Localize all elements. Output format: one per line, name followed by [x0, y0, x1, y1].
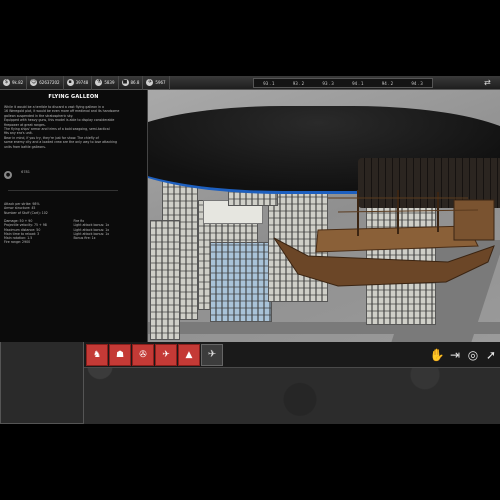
coin-icon: ●	[4, 171, 12, 180]
target-icon: ◎	[467, 348, 479, 362]
road	[148, 322, 500, 334]
unit-info-panel: FLYING GALLEON While it would be a terri…	[0, 90, 148, 342]
unit-title: FLYING GALLEON	[48, 94, 99, 100]
unit-soldiers-button[interactable]: ☗	[109, 344, 131, 366]
timeline-tick[interactable]: 93 . 1	[263, 81, 274, 86]
resource-item[interactable]: ☺ 62637202	[27, 75, 64, 90]
unit-defense-button[interactable]: ▲	[178, 344, 200, 366]
move-button[interactable]: ➚	[482, 344, 500, 366]
stats-header: ● 6781	[4, 160, 143, 199]
target-button[interactable]: ◎	[464, 344, 482, 366]
description-line: units from battle galleons.	[4, 144, 46, 149]
unit-aircraft-button[interactable]: ✈	[155, 344, 177, 366]
unit-combat-stats: Damage: 50 + 90 Projectile velocity: 75 +…	[4, 219, 143, 245]
divider	[8, 190, 118, 192]
building-glass[interactable]	[210, 242, 272, 322]
vehicle-icon: ▪	[66, 79, 74, 86]
research-icon: ⚗	[95, 79, 103, 86]
timeline-tick[interactable]: 94 . 1	[352, 81, 363, 86]
population-icon: ☺	[30, 79, 38, 86]
stop-hand-button[interactable]: ✋	[428, 344, 446, 366]
flying-galleon-ship[interactable]	[268, 190, 500, 300]
resource-value: 86.8	[130, 80, 140, 85]
exit-icon: ⇥	[449, 348, 461, 362]
money-icon: $	[3, 79, 10, 86]
resource-item[interactable]: ⚗ 5839	[92, 75, 119, 90]
combat-stats-right: Fire fix Light attack bonus: 1x Light atta…	[74, 219, 144, 245]
combat-stats-left: Damage: 50 + 90 Projectile velocity: 75 +…	[4, 219, 74, 245]
resource-item[interactable]: ■ 86.8	[119, 75, 144, 90]
resource-item[interactable]: ✈ 5967	[143, 75, 170, 90]
airship-icon: ✈	[207, 349, 217, 360]
stat-line: Number of Stuff (Cart): 102	[4, 210, 48, 215]
letterbox-top	[0, 0, 500, 76]
resource-value: 5839	[104, 80, 115, 85]
letterbox-bottom	[0, 424, 500, 500]
resource-value: 39748	[75, 80, 89, 85]
resource-item[interactable]: $9k.82	[0, 75, 28, 90]
resource-item[interactable]: ▪ 39748	[64, 75, 93, 90]
stat-line: Bonus fire: 1x	[73, 236, 96, 241]
timeline-tick[interactable]: 94 . 3	[411, 81, 422, 86]
resource-bar: $9k.82 ☺ 62637202 ▪ 39748 ⚗ 5839 ■ 86.8 ✈ 5967 93 .…	[0, 75, 500, 90]
resource-value: 9k.82	[12, 80, 24, 85]
network-icon[interactable]: ⇄	[484, 78, 494, 88]
resource-value: 62637202	[39, 80, 60, 85]
resource-value: 5967	[155, 80, 166, 85]
power-icon: ■	[121, 79, 129, 86]
unit-infantry-icon: ♞	[92, 350, 102, 360]
building-tower[interactable]	[150, 220, 180, 340]
game-viewport[interactable]	[148, 90, 500, 342]
unit-artillery-icon: ✇	[139, 350, 147, 360]
timeline-bar[interactable]: 93 . 1 93 . 2 93 . 3 94 . 1 94 . 2 94 . 3	[253, 78, 433, 88]
unit-cost: 6781	[21, 169, 31, 174]
timeline-tick[interactable]: 94 . 2	[382, 81, 393, 86]
unit-aircraft-icon: ✈	[162, 350, 170, 360]
unit-defense-icon: ▲	[185, 350, 193, 360]
timeline-tick[interactable]: 93 . 3	[322, 81, 333, 86]
airship-icon: ✈	[146, 79, 154, 86]
exit-button[interactable]: ⇥	[446, 344, 464, 366]
unit-soldiers-icon: ☗	[115, 350, 125, 360]
move-icon: ➚	[485, 348, 497, 362]
airship-unit-button[interactable]: ✈	[201, 344, 223, 366]
minimap[interactable]	[0, 342, 84, 424]
unit-stats: Attack per strike: 98% Armor structure: 4…	[4, 202, 143, 215]
unit-description: While it would be a terrible to discard …	[4, 105, 143, 149]
timeline-tick[interactable]: 93 . 2	[293, 81, 304, 86]
unit-artillery-button[interactable]: ✇	[132, 344, 154, 366]
unit-infantry-button[interactable]: ♞	[86, 344, 108, 366]
stat-line: Fire range: 2900	[4, 240, 31, 245]
stop-hand-icon: ✋	[429, 348, 445, 362]
